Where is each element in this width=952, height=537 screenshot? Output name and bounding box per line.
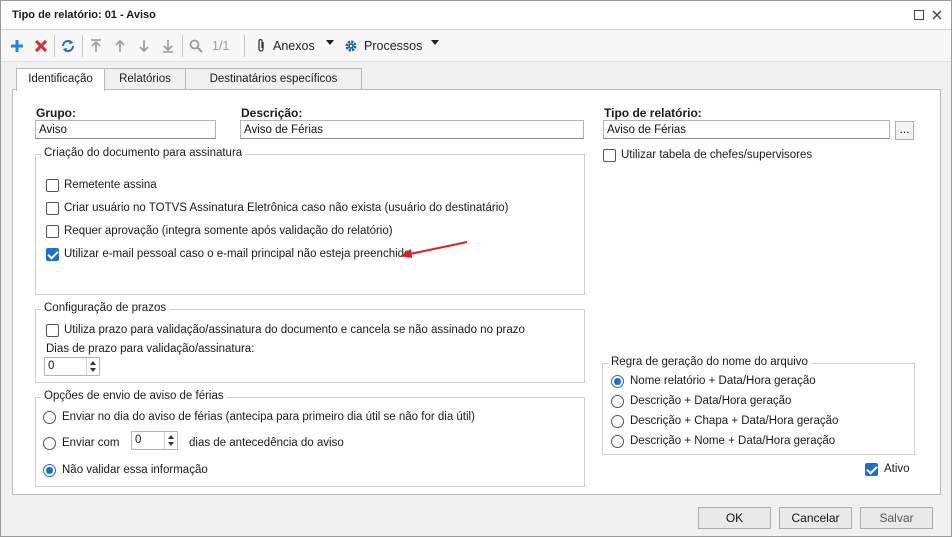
grupo-label: Grupo: <box>36 106 76 120</box>
delete-icon[interactable] <box>31 36 51 56</box>
tipo-relatorio-label: Tipo de relatório: <box>604 106 702 120</box>
title-bar: Tipo de relatório: 01 - Aviso <box>1 1 951 30</box>
descricao-field[interactable]: Aviso de Férias <box>240 120 584 139</box>
utilizar-email-pessoal-checkbox[interactable] <box>46 248 59 261</box>
processos-menu[interactable]: Processos <box>364 39 422 53</box>
utiliza-prazo-label: Utiliza prazo para validação/assinatura … <box>64 324 525 336</box>
tab-destinatarios[interactable]: Destinatários específicos <box>185 68 362 90</box>
first-record-icon[interactable] <box>86 36 106 56</box>
regra-descricao-chapa-label: Descrição + Chapa + Data/Hora geração <box>630 415 839 427</box>
salvar-button[interactable]: Salvar <box>860 507 933 529</box>
gear-icon[interactable] <box>341 36 361 56</box>
regra-descricao-radio[interactable] <box>611 395 624 408</box>
requer-aprovacao-label: Requer aprovação (integra somente após v… <box>64 225 393 237</box>
regra-nome-relatorio-radio[interactable] <box>611 375 624 388</box>
tipo-relatorio-field[interactable]: Aviso de Férias <box>603 120 890 139</box>
criacao-documento-group: Criação do documento para assinatura Rem… <box>35 147 585 295</box>
regra-descricao-nome-label: Descrição + Nome + Data/Hora geração <box>630 435 836 447</box>
dias-antecedencia-value: 0 <box>135 434 142 446</box>
page-indicator: 1/1 <box>212 39 230 53</box>
ativo-label: Ativo <box>884 463 910 475</box>
grupo-field[interactable]: Aviso <box>35 120 216 139</box>
decrement-icon[interactable] <box>168 442 174 446</box>
enviar-no-dia-label: Enviar no dia do aviso de férias (anteci… <box>62 411 475 423</box>
dias-antecedencia-stepper[interactable]: 0 <box>131 431 178 450</box>
enviar-com-radio[interactable] <box>43 437 56 450</box>
increment-icon[interactable] <box>168 435 174 439</box>
utilizar-tabela-chefes-checkbox[interactable] <box>603 149 616 162</box>
criacao-documento-title: Criação do documento para assinatura <box>41 147 246 159</box>
descricao-label: Descrição: <box>241 106 303 120</box>
anexos-menu[interactable]: Anexos <box>273 39 315 53</box>
ok-button[interactable]: OK <box>698 507 771 529</box>
close-icon[interactable] <box>929 7 945 23</box>
processos-dropdown-icon[interactable] <box>431 40 439 45</box>
configuracao-prazos-title: Configuração de prazos <box>41 302 170 314</box>
nao-validar-radio[interactable] <box>43 464 56 477</box>
regra-descricao-chapa-radio[interactable] <box>611 415 624 428</box>
criar-usuario-checkbox[interactable] <box>46 202 59 215</box>
dias-prazo-stepper[interactable]: 0 <box>44 357 100 376</box>
decrement-icon[interactable] <box>90 368 96 372</box>
dias-prazo-label: Dias de prazo para validação/assinatura: <box>46 343 255 355</box>
regra-descricao-label: Descrição + Data/Hora geração <box>630 395 792 407</box>
tipo-relatorio-browse-button[interactable]: ... <box>895 121 914 140</box>
remetente-assina-checkbox[interactable] <box>46 179 59 192</box>
utilizar-email-pessoal-label: Utilizar e-mail pessoal caso o e-mail pr… <box>64 248 411 260</box>
last-record-icon[interactable] <box>158 36 178 56</box>
search-icon[interactable] <box>186 36 206 56</box>
utiliza-prazo-checkbox[interactable] <box>46 324 59 337</box>
identificacao-panel: Grupo: Aviso Descrição: Aviso de Férias … <box>12 89 941 495</box>
refresh-icon[interactable] <box>58 36 78 56</box>
utilizar-tabela-chefes-label: Utilizar tabela de chefes/supervisores <box>621 149 813 161</box>
requer-aprovacao-checkbox[interactable] <box>46 225 59 238</box>
configuracao-prazos-group: Configuração de prazos Utiliza prazo par… <box>35 302 585 383</box>
tab-identificacao[interactable]: Identificação <box>16 68 105 91</box>
window-title: Tipo de relatório: 01 - Aviso <box>12 9 156 21</box>
criar-usuario-label: Criar usuário no TOTVS Assinatura Eletrô… <box>64 202 509 214</box>
nao-validar-label: Não validar essa informação <box>62 464 208 476</box>
maximize-icon[interactable] <box>911 7 927 23</box>
enviar-no-dia-radio[interactable] <box>43 411 56 424</box>
opcoes-envio-title: Opções de envio de aviso de férias <box>41 390 227 402</box>
dias-prazo-value: 0 <box>48 360 55 372</box>
enviar-com-label: Enviar com <box>62 437 120 449</box>
regra-nome-relatorio-label: Nome relatório + Data/Hora geração <box>630 375 816 387</box>
regra-nome-arquivo-title: Regra de geração do nome do arquivo <box>608 356 811 368</box>
increment-icon[interactable] <box>90 361 96 365</box>
regra-descricao-nome-radio[interactable] <box>611 435 624 448</box>
regra-nome-arquivo-group: Regra de geração do nome do arquivo Nome… <box>602 356 915 455</box>
previous-record-icon[interactable] <box>110 36 130 56</box>
ativo-checkbox[interactable] <box>865 463 878 476</box>
toolbar: 1/1 Anexos Processos <box>1 30 951 62</box>
next-record-icon[interactable] <box>134 36 154 56</box>
anexos-dropdown-icon[interactable] <box>326 40 334 45</box>
dias-antecedencia-label: dias de antecedência do aviso <box>189 437 344 449</box>
remetente-assina-label: Remetente assina <box>64 179 157 191</box>
paperclip-icon[interactable] <box>251 36 271 56</box>
add-icon[interactable] <box>7 36 27 56</box>
tab-relatorios[interactable]: Relatórios <box>104 68 186 90</box>
dialog-window: Tipo de relatório: 01 - Aviso 1/1 Anexos… <box>0 0 952 537</box>
annotation-arrow-icon <box>400 241 468 258</box>
opcoes-envio-group: Opções de envio de aviso de férias Envia… <box>35 390 585 487</box>
cancelar-button[interactable]: Cancelar <box>779 507 852 529</box>
